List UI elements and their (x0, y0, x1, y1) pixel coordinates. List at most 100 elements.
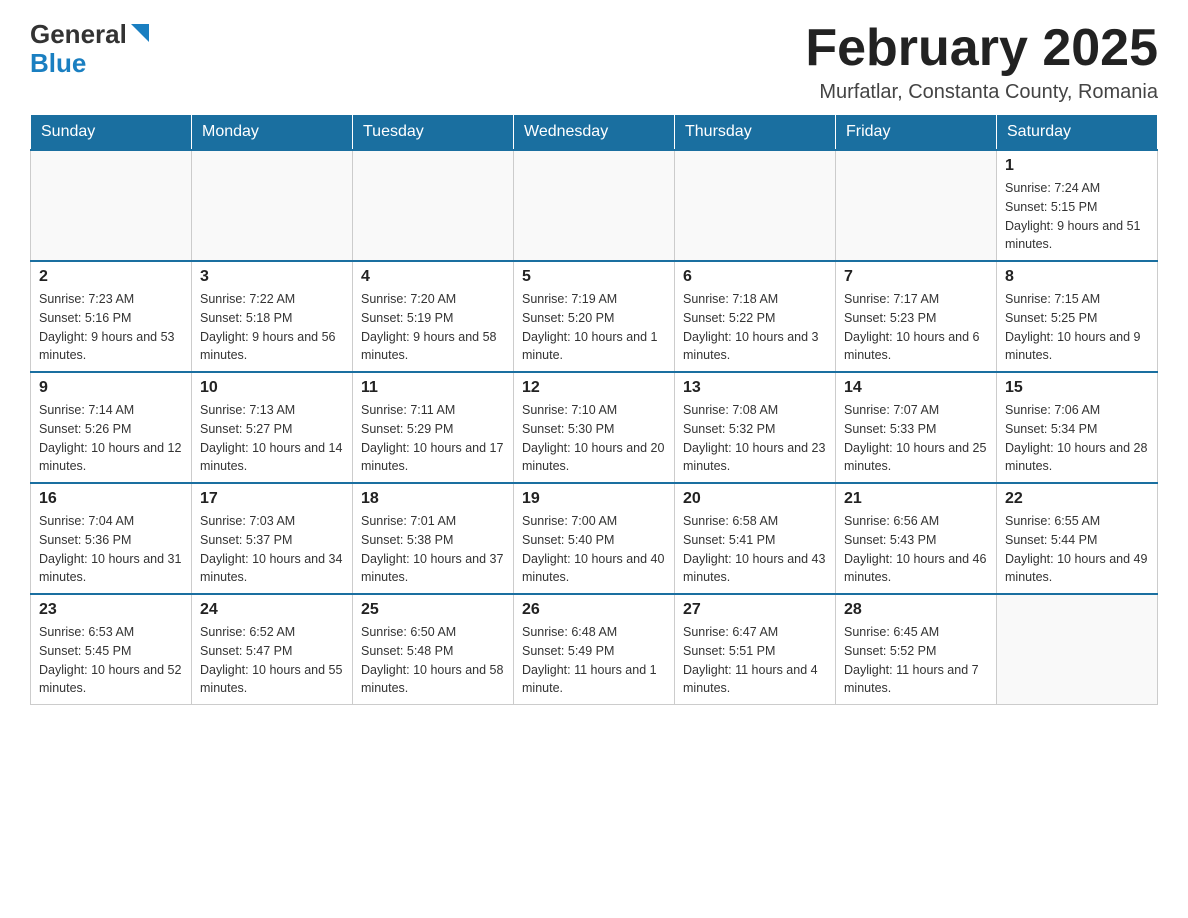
table-row (997, 594, 1158, 705)
day-info: Sunrise: 7:10 AMSunset: 5:30 PMDaylight:… (522, 401, 666, 476)
day-info: Sunrise: 7:17 AMSunset: 5:23 PMDaylight:… (844, 290, 988, 365)
table-row: 14 Sunrise: 7:07 AMSunset: 5:33 PMDayligh… (836, 372, 997, 483)
day-number: 19 (522, 490, 666, 508)
table-row: 7 Sunrise: 7:17 AMSunset: 5:23 PMDaylight… (836, 261, 997, 372)
calendar-week-row: 16 Sunrise: 7:04 AMSunset: 5:36 PMDayligh… (31, 483, 1158, 594)
day-info: Sunrise: 6:47 AMSunset: 5:51 PMDaylight:… (683, 623, 827, 698)
day-number: 14 (844, 379, 988, 397)
day-number: 28 (844, 601, 988, 619)
day-info: Sunrise: 7:18 AMSunset: 5:22 PMDaylight:… (683, 290, 827, 365)
table-row: 19 Sunrise: 7:00 AMSunset: 5:40 PMDayligh… (514, 483, 675, 594)
table-row: 28 Sunrise: 6:45 AMSunset: 5:52 PMDayligh… (836, 594, 997, 705)
day-number: 10 (200, 379, 344, 397)
table-row: 27 Sunrise: 6:47 AMSunset: 5:51 PMDayligh… (675, 594, 836, 705)
day-info: Sunrise: 7:20 AMSunset: 5:19 PMDaylight:… (361, 290, 505, 365)
table-row (31, 150, 192, 261)
day-number: 11 (361, 379, 505, 397)
day-number: 16 (39, 490, 183, 508)
day-number: 12 (522, 379, 666, 397)
table-row: 11 Sunrise: 7:11 AMSunset: 5:29 PMDayligh… (353, 372, 514, 483)
table-row: 5 Sunrise: 7:19 AMSunset: 5:20 PMDaylight… (514, 261, 675, 372)
day-info: Sunrise: 7:06 AMSunset: 5:34 PMDaylight:… (1005, 401, 1149, 476)
day-number: 21 (844, 490, 988, 508)
day-info: Sunrise: 7:22 AMSunset: 5:18 PMDaylight:… (200, 290, 344, 365)
day-info: Sunrise: 7:11 AMSunset: 5:29 PMDaylight:… (361, 401, 505, 476)
table-row: 9 Sunrise: 7:14 AMSunset: 5:26 PMDaylight… (31, 372, 192, 483)
day-info: Sunrise: 7:19 AMSunset: 5:20 PMDaylight:… (522, 290, 666, 365)
day-info: Sunrise: 7:15 AMSunset: 5:25 PMDaylight:… (1005, 290, 1149, 365)
day-number: 15 (1005, 379, 1149, 397)
page-header: General Blue February 2025 Murfatlar, Co… (30, 20, 1158, 104)
month-title: February 2025 (805, 20, 1158, 77)
calendar-table: Sunday Monday Tuesday Wednesday Thursday… (30, 114, 1158, 705)
day-number: 17 (200, 490, 344, 508)
table-row: 3 Sunrise: 7:22 AMSunset: 5:18 PMDaylight… (192, 261, 353, 372)
day-number: 6 (683, 268, 827, 286)
day-info: Sunrise: 6:52 AMSunset: 5:47 PMDaylight:… (200, 623, 344, 698)
col-friday: Friday (836, 115, 997, 151)
table-row: 4 Sunrise: 7:20 AMSunset: 5:19 PMDaylight… (353, 261, 514, 372)
day-info: Sunrise: 7:00 AMSunset: 5:40 PMDaylight:… (522, 512, 666, 587)
day-info: Sunrise: 6:45 AMSunset: 5:52 PMDaylight:… (844, 623, 988, 698)
day-number: 23 (39, 601, 183, 619)
day-number: 7 (844, 268, 988, 286)
day-number: 4 (361, 268, 505, 286)
day-info: Sunrise: 6:56 AMSunset: 5:43 PMDaylight:… (844, 512, 988, 587)
day-number: 18 (361, 490, 505, 508)
col-saturday: Saturday (997, 115, 1158, 151)
table-row: 8 Sunrise: 7:15 AMSunset: 5:25 PMDaylight… (997, 261, 1158, 372)
day-info: Sunrise: 7:24 AMSunset: 5:15 PMDaylight:… (1005, 179, 1149, 254)
calendar-week-row: 2Sunrise: 7:23 AMSunset: 5:16 PMDaylight… (31, 261, 1158, 372)
table-row: 12 Sunrise: 7:10 AMSunset: 5:30 PMDayligh… (514, 372, 675, 483)
table-row: 18 Sunrise: 7:01 AMSunset: 5:38 PMDayligh… (353, 483, 514, 594)
day-number: 13 (683, 379, 827, 397)
table-row: 16 Sunrise: 7:04 AMSunset: 5:36 PMDayligh… (31, 483, 192, 594)
table-row: 20Sunrise: 6:58 AMSunset: 5:41 PMDayligh… (675, 483, 836, 594)
day-info: Sunrise: 6:50 AMSunset: 5:48 PMDaylight:… (361, 623, 505, 698)
day-number: 27 (683, 601, 827, 619)
logo-blue: Blue (30, 49, 151, 78)
table-row (836, 150, 997, 261)
day-info: Sunrise: 7:13 AMSunset: 5:27 PMDaylight:… (200, 401, 344, 476)
col-thursday: Thursday (675, 115, 836, 151)
table-row: 23 Sunrise: 6:53 AMSunset: 5:45 PMDayligh… (31, 594, 192, 705)
table-row: 2Sunrise: 7:23 AMSunset: 5:16 PMDaylight… (31, 261, 192, 372)
table-row: 21 Sunrise: 6:56 AMSunset: 5:43 PMDayligh… (836, 483, 997, 594)
day-number: 22 (1005, 490, 1149, 508)
table-row (675, 150, 836, 261)
day-info: Sunrise: 6:48 AMSunset: 5:49 PMDaylight:… (522, 623, 666, 698)
day-number: 24 (200, 601, 344, 619)
day-number: 5 (522, 268, 666, 286)
table-row: 15 Sunrise: 7:06 AMSunset: 5:34 PMDayligh… (997, 372, 1158, 483)
calendar-week-row: 23 Sunrise: 6:53 AMSunset: 5:45 PMDayligh… (31, 594, 1158, 705)
title-section: February 2025 Murfatlar, Constanta Count… (805, 20, 1158, 104)
day-info: Sunrise: 6:55 AMSunset: 5:44 PMDaylight:… (1005, 512, 1149, 587)
logo: General Blue (30, 20, 151, 77)
col-monday: Monday (192, 115, 353, 151)
day-number: 25 (361, 601, 505, 619)
day-number: 8 (1005, 268, 1149, 286)
day-info: Sunrise: 6:53 AMSunset: 5:45 PMDaylight:… (39, 623, 183, 698)
day-number: 20 (683, 490, 827, 508)
day-info: Sunrise: 7:04 AMSunset: 5:36 PMDaylight:… (39, 512, 183, 587)
table-row: 26Sunrise: 6:48 AMSunset: 5:49 PMDayligh… (514, 594, 675, 705)
day-info: Sunrise: 7:07 AMSunset: 5:33 PMDaylight:… (844, 401, 988, 476)
location-subtitle: Murfatlar, Constanta County, Romania (805, 81, 1158, 104)
logo-text: General Blue (30, 20, 151, 77)
table-row (514, 150, 675, 261)
calendar-week-row: 1 Sunrise: 7:24 AMSunset: 5:15 PMDaylight… (31, 150, 1158, 261)
day-number: 1 (1005, 157, 1149, 175)
col-sunday: Sunday (31, 115, 192, 151)
table-row: 13Sunrise: 7:08 AMSunset: 5:32 PMDayligh… (675, 372, 836, 483)
day-number: 9 (39, 379, 183, 397)
table-row: 25 Sunrise: 6:50 AMSunset: 5:48 PMDayligh… (353, 594, 514, 705)
day-number: 3 (200, 268, 344, 286)
col-tuesday: Tuesday (353, 115, 514, 151)
table-row: 17Sunrise: 7:03 AMSunset: 5:37 PMDayligh… (192, 483, 353, 594)
table-row (353, 150, 514, 261)
calendar-header-row: Sunday Monday Tuesday Wednesday Thursday… (31, 115, 1158, 151)
table-row: 22 Sunrise: 6:55 AMSunset: 5:44 PMDayligh… (997, 483, 1158, 594)
logo-general: General (30, 20, 127, 49)
day-info: Sunrise: 7:14 AMSunset: 5:26 PMDaylight:… (39, 401, 183, 476)
day-info: Sunrise: 7:01 AMSunset: 5:38 PMDaylight:… (361, 512, 505, 587)
